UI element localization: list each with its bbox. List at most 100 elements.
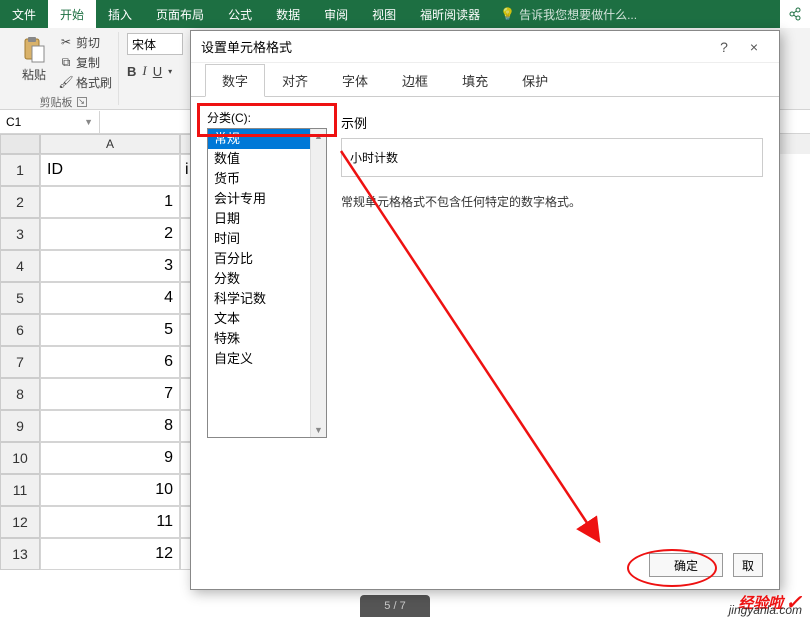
tab-view[interactable]: 视图	[360, 0, 408, 28]
select-all-corner[interactable]	[0, 134, 40, 154]
name-box[interactable]: C1 ▼	[0, 111, 100, 133]
lightbulb-icon: 💡	[500, 7, 515, 21]
cell[interactable]: 10	[40, 474, 180, 506]
category-option[interactable]: 日期	[208, 209, 326, 229]
scissors-icon: ✂	[58, 34, 74, 50]
cell[interactable]: ID	[40, 154, 180, 186]
tab-data[interactable]: 数据	[264, 0, 312, 28]
underline-dropdown-icon[interactable]: ▾	[168, 67, 172, 76]
format-painter-button[interactable]: 🖌 格式刷	[58, 72, 112, 92]
bold-button[interactable]: B	[127, 64, 136, 79]
category-option[interactable]: 时间	[208, 229, 326, 249]
tab-home[interactable]: 开始	[48, 0, 96, 28]
copy-button[interactable]: ⧉ 复制	[58, 52, 112, 72]
category-option[interactable]: 会计专用	[208, 189, 326, 209]
cell[interactable]: 1	[40, 186, 180, 218]
format-cells-dialog: 设置单元格格式 ? × 数字 对齐 字体 边框 填充 保护 分类(C): 常规数…	[190, 30, 780, 590]
dialog-tab-protection[interactable]: 保护	[505, 64, 565, 97]
copy-icon: ⧉	[58, 54, 74, 70]
listbox-scrollbar[interactable]: ▲▼	[310, 129, 326, 437]
category-option[interactable]: 自定义	[208, 349, 326, 369]
tab-insert[interactable]: 插入	[96, 0, 144, 28]
cell[interactable]: 11	[40, 506, 180, 538]
format-painter-label: 格式刷	[76, 74, 112, 91]
close-button[interactable]: ×	[739, 32, 769, 62]
column-header-a[interactable]: A	[40, 134, 180, 154]
dialog-tab-fill[interactable]: 填充	[445, 64, 505, 97]
row-header[interactable]: 4	[0, 250, 40, 282]
dialog-tab-border[interactable]: 边框	[385, 64, 445, 97]
row-header[interactable]: 8	[0, 378, 40, 410]
clipboard-group: 粘贴 ✂ 剪切 ⧉ 复制 🖌 格式刷 剪贴板 ↘	[8, 32, 119, 105]
clipboard-group-label: 剪贴板	[40, 94, 73, 110]
ribbon-tab-bar: 文件 开始 插入 页面布局 公式 数据 审阅 视图 福昕阅读器 💡 告诉我您想要…	[0, 0, 810, 28]
dialog-tab-number[interactable]: 数字	[205, 64, 265, 97]
sample-box: 小时计数	[341, 138, 763, 177]
row-header[interactable]: 11	[0, 474, 40, 506]
category-option[interactable]: 文本	[208, 309, 326, 329]
row-header[interactable]: 3	[0, 218, 40, 250]
row-header[interactable]: 12	[0, 506, 40, 538]
dialog-tabs: 数字 对齐 字体 边框 填充 保护	[191, 63, 779, 97]
tab-review[interactable]: 审阅	[312, 0, 360, 28]
ribbon-share-button[interactable]	[780, 0, 810, 28]
row-header[interactable]: 9	[0, 410, 40, 442]
dialog-tab-font[interactable]: 字体	[325, 64, 385, 97]
category-option[interactable]: 科学记数	[208, 289, 326, 309]
help-button[interactable]: ?	[709, 32, 739, 62]
row-header[interactable]: 13	[0, 538, 40, 570]
copy-label: 复制	[76, 54, 100, 71]
row-header[interactable]: 6	[0, 314, 40, 346]
watermark-text: jingyanla.com	[729, 603, 802, 617]
cancel-button[interactable]: 取	[733, 553, 763, 577]
cell[interactable]: 4	[40, 282, 180, 314]
category-option[interactable]: 常规	[208, 129, 326, 149]
name-box-dropdown-icon[interactable]: ▼	[84, 117, 93, 127]
category-option[interactable]: 分数	[208, 269, 326, 289]
paste-icon	[20, 34, 48, 66]
dialog-title: 设置单元格格式	[201, 37, 709, 56]
category-listbox[interactable]: 常规数值货币会计专用日期时间百分比分数科学记数文本特殊自定义▲▼	[207, 128, 327, 438]
dialog-titlebar[interactable]: 设置单元格格式 ? ×	[191, 31, 779, 63]
tab-file[interactable]: 文件	[0, 0, 48, 28]
cell[interactable]: 8	[40, 410, 180, 442]
category-option[interactable]: 数值	[208, 149, 326, 169]
cell[interactable]: 7	[40, 378, 180, 410]
cell[interactable]: 5	[40, 314, 180, 346]
scroll-down-icon[interactable]: ▼	[314, 425, 323, 435]
tab-foxit[interactable]: 福昕阅读器	[408, 0, 492, 28]
cut-button[interactable]: ✂ 剪切	[58, 32, 112, 52]
italic-button[interactable]: I	[142, 63, 146, 79]
row-header[interactable]: 2	[0, 186, 40, 218]
cell[interactable]: 9	[40, 442, 180, 474]
row-header[interactable]: 7	[0, 346, 40, 378]
tell-me-label: 告诉我您想要做什么...	[519, 6, 637, 23]
tab-pagelayout[interactable]: 页面布局	[144, 0, 216, 28]
underline-button[interactable]: U	[153, 64, 162, 79]
row-header[interactable]: 1	[0, 154, 40, 186]
tab-formulas[interactable]: 公式	[216, 0, 264, 28]
cell[interactable]: 6	[40, 346, 180, 378]
category-option[interactable]: 特殊	[208, 329, 326, 349]
sample-label: 示例	[341, 113, 763, 132]
watermark: 经验啦 ✓ jingyanla.com	[738, 590, 802, 615]
paste-button[interactable]: 粘贴	[14, 32, 54, 92]
ok-button[interactable]: 确定	[649, 553, 723, 577]
page-indicator: 5 / 7	[360, 595, 430, 617]
category-option[interactable]: 货币	[208, 169, 326, 189]
sample-value: 小时计数	[350, 151, 398, 165]
scroll-up-icon[interactable]: ▲	[314, 131, 323, 141]
font-name-input[interactable]	[127, 33, 183, 55]
cell[interactable]: 12	[40, 538, 180, 570]
tell-me-search[interactable]: 💡 告诉我您想要做什么...	[500, 0, 637, 28]
row-header[interactable]: 10	[0, 442, 40, 474]
row-header[interactable]: 5	[0, 282, 40, 314]
font-group: B I U ▾	[119, 32, 191, 105]
category-option[interactable]: 百分比	[208, 249, 326, 269]
cell[interactable]: 3	[40, 250, 180, 282]
dialog-tab-alignment[interactable]: 对齐	[265, 64, 325, 97]
cell[interactable]: 2	[40, 218, 180, 250]
cut-label: 剪切	[76, 34, 100, 51]
name-box-value: C1	[6, 115, 21, 129]
clipboard-launcher-icon[interactable]: ↘	[77, 97, 87, 107]
